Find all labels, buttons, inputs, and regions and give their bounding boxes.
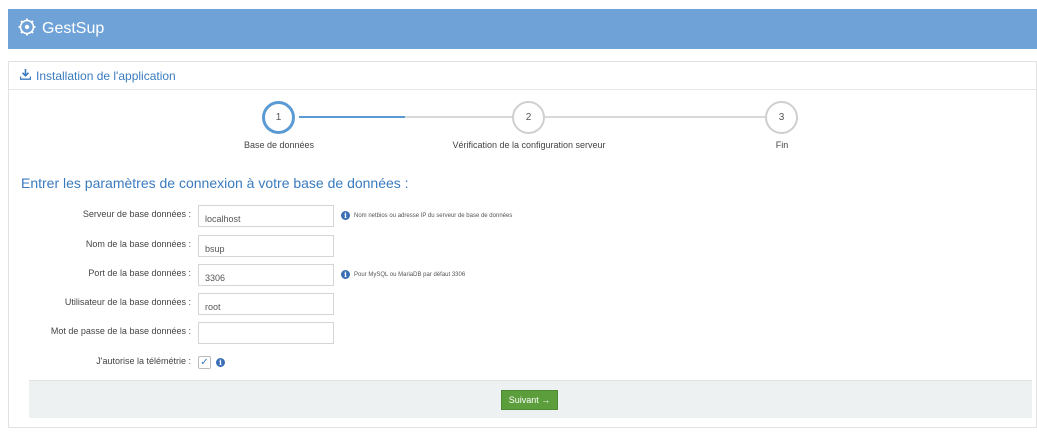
next-button[interactable]: Suivant → [501,390,558,410]
step-3-circle: 3 [765,101,798,134]
telemetry-row: J'autorise la télémétrie : ✓ i [9,352,1036,374]
telemetry-label: J'autorise la télémétrie : [96,356,191,366]
install-panel: Installation de l'application 1 Base de … [8,61,1037,428]
step-3-label: Fin [775,140,789,150]
checkmark-icon: ✓ [200,357,209,368]
download-icon [19,68,36,83]
db-name-row: Nom de la base données : [9,235,1036,257]
info-icon: i [341,211,350,220]
server-hint-text: Nom netbios ou adresse IP du serveur de … [354,212,513,219]
user-row: Utilisateur de la base données : [9,293,1036,315]
step-connector-line [545,116,765,118]
db-name-input[interactable] [198,235,334,257]
port-row: Port de la base données : i Pour MySQL o… [9,264,1036,286]
user-input[interactable] [198,293,334,315]
top-navbar: GestSup [8,9,1037,49]
step-1-circle: 1 [262,101,295,134]
brand[interactable]: GestSup [18,18,104,40]
wizard-steps: 1 Base de données 2 Vérification de la c… [9,94,1036,154]
port-hint: i Pour MySQL ou MariaDB par défaut 3306 [341,270,465,279]
form-footer: Suivant → [29,380,1032,418]
step-progress-line [299,116,405,118]
server-label: Serveur de base données : [82,209,191,219]
app-title: GestSup [42,20,105,37]
password-row: Mot de passe de la base données : [9,322,1036,344]
form-heading: Entrer les paramètres de connexion à vot… [21,175,409,191]
gear-logo-icon [18,18,42,41]
port-input[interactable] [198,264,334,286]
panel-header: Installation de l'application [9,62,1036,90]
server-input[interactable] [198,205,334,227]
telemetry-info-icon[interactable]: i [216,358,225,367]
password-label: Mot de passe de la base données : [50,326,191,336]
step-1-label: Base de données [243,140,315,150]
info-icon: i [341,270,350,279]
step-2-circle: 2 [512,101,545,134]
server-hint: i Nom netbios ou adresse IP du serveur d… [341,211,512,220]
db-name-label: Nom de la base données : [85,239,191,249]
server-row: Serveur de base données : i Nom netbios … [9,205,1036,227]
step-2-label: Vérification de la configuration serveur [452,140,606,150]
port-label: Port de la base données : [88,268,191,278]
panel-title: Installation de l'application [36,68,176,83]
port-hint-text: Pour MySQL ou MariaDB par défaut 3306 [354,271,466,278]
password-input[interactable] [198,322,334,344]
user-label: Utilisateur de la base données : [64,297,191,307]
step-connector-line [405,116,512,118]
telemetry-checkbox[interactable]: ✓ [198,356,211,369]
